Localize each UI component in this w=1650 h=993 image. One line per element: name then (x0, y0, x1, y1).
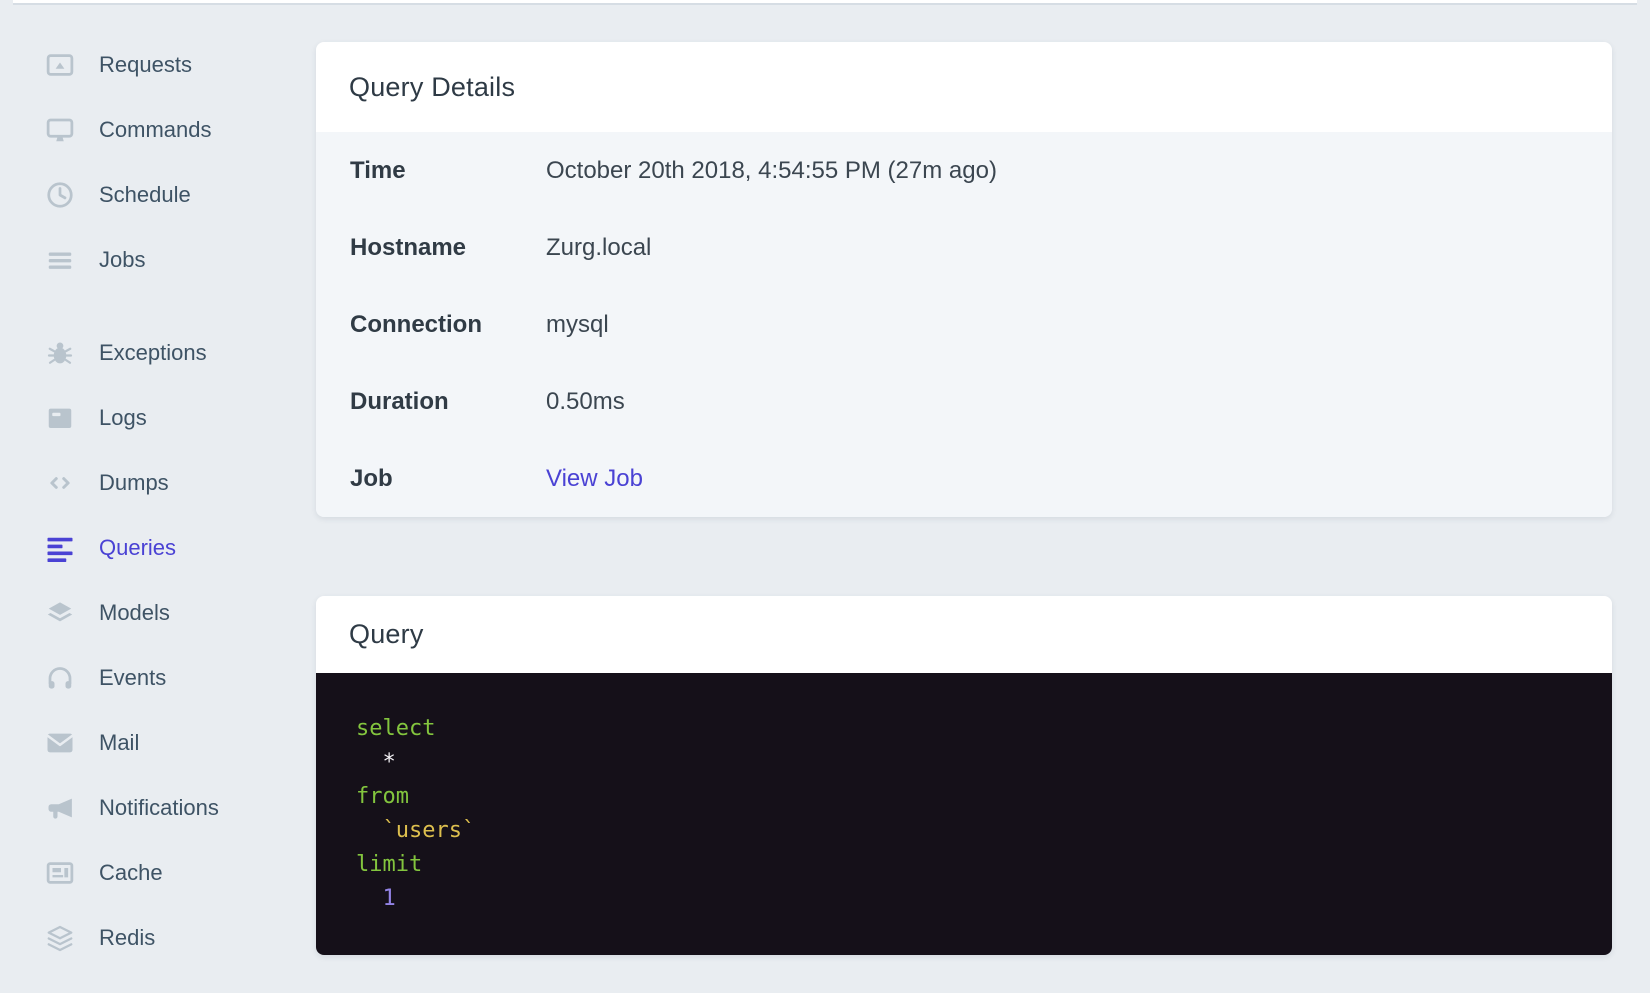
sidebar-item-label: Dumps (99, 470, 169, 496)
sidebar-item-redis[interactable]: Redis (45, 905, 290, 970)
detail-row-duration: Duration 0.50ms (316, 363, 1612, 440)
events-icon (45, 663, 75, 693)
cache-icon (45, 858, 75, 888)
dumps-icon (45, 468, 75, 498)
sidebar-item-label: Logs (99, 405, 147, 431)
sidebar-item-label: Queries (99, 535, 176, 561)
sidebar-item-label: Redis (99, 925, 155, 951)
requests-icon (45, 50, 75, 80)
detail-label: Hostname (350, 234, 546, 262)
queries-icon (45, 533, 75, 563)
sidebar-item-label: Cache (99, 860, 163, 886)
redis-icon (45, 923, 75, 953)
sidebar-item-label: Events (99, 665, 166, 691)
query-card: Query select *from `users`limit 1 (316, 596, 1612, 955)
detail-row-hostname: Hostname Zurg.local (316, 209, 1612, 286)
sidebar-item-models[interactable]: Models (45, 580, 290, 645)
detail-value: 0.50ms (546, 388, 625, 416)
commands-icon (45, 115, 75, 145)
mail-icon (45, 728, 75, 758)
detail-value: October 20th 2018, 4:54:55 PM (27m ago) (546, 157, 997, 185)
code-line: * (356, 746, 1588, 780)
detail-row-job: Job View Job (316, 440, 1612, 517)
sidebar-item-schedule[interactable]: Schedule (45, 162, 290, 227)
sidebar-item-requests[interactable]: Requests (45, 32, 290, 97)
sidebar-item-dumps[interactable]: Dumps (45, 450, 290, 515)
detail-label: Duration (350, 388, 546, 416)
sidebar-item-label: Exceptions (99, 340, 207, 366)
query-card-header: Query (316, 596, 1612, 673)
sidebar-item-mail[interactable]: Mail (45, 710, 290, 775)
logs-icon (45, 403, 75, 433)
code-line: from (356, 780, 1588, 814)
sidebar-item-label: Requests (99, 52, 192, 78)
query-card-title: Query (349, 619, 424, 650)
query-details-body: Time October 20th 2018, 4:54:55 PM (27m … (316, 132, 1612, 517)
notifications-icon (45, 793, 75, 823)
view-job-link[interactable]: View Job (546, 465, 643, 493)
query-details-card-header: Query Details (316, 42, 1612, 132)
code-line: 1 (356, 882, 1588, 916)
sidebar-item-queries[interactable]: Queries (45, 515, 290, 580)
sidebar-item-label: Jobs (99, 247, 145, 273)
sidebar-item-cache[interactable]: Cache (45, 840, 290, 905)
detail-label: Time (350, 157, 546, 185)
sidebar-item-label: Notifications (99, 795, 219, 821)
detail-value: mysql (546, 311, 609, 339)
sidebar-item-jobs[interactable]: Jobs (45, 227, 290, 292)
schedule-icon (45, 180, 75, 210)
query-details-title: Query Details (349, 72, 515, 103)
sidebar-item-commands[interactable]: Commands (45, 97, 290, 162)
sidebar-item-notifications[interactable]: Notifications (45, 775, 290, 840)
code-line: `users` (356, 814, 1588, 848)
sql-code-block: select *from `users`limit 1 (316, 673, 1612, 955)
code-line: limit (356, 848, 1588, 882)
sidebar: Requests Commands Schedule Jobs Exceptio… (45, 32, 290, 970)
detail-label: Connection (350, 311, 546, 339)
sidebar-item-label: Commands (99, 117, 211, 143)
sidebar-item-label: Mail (99, 730, 139, 756)
detail-row-connection: Connection mysql (316, 286, 1612, 363)
sidebar-item-logs[interactable]: Logs (45, 385, 290, 450)
sidebar-item-label: Schedule (99, 182, 191, 208)
sidebar-item-events[interactable]: Events (45, 645, 290, 710)
navbar-bottom-edge (13, 0, 1637, 5)
jobs-icon (45, 245, 75, 275)
query-details-card: Query Details Time October 20th 2018, 4:… (316, 42, 1612, 517)
sidebar-item-exceptions[interactable]: Exceptions (45, 320, 290, 385)
sidebar-section-gap (45, 292, 290, 320)
exceptions-icon (45, 338, 75, 368)
detail-row-time: Time October 20th 2018, 4:54:55 PM (27m … (316, 132, 1612, 209)
models-icon (45, 598, 75, 628)
sidebar-item-label: Models (99, 600, 170, 626)
code-line: select (356, 712, 1588, 746)
detail-value: Zurg.local (546, 234, 651, 262)
detail-label: Job (350, 465, 546, 493)
